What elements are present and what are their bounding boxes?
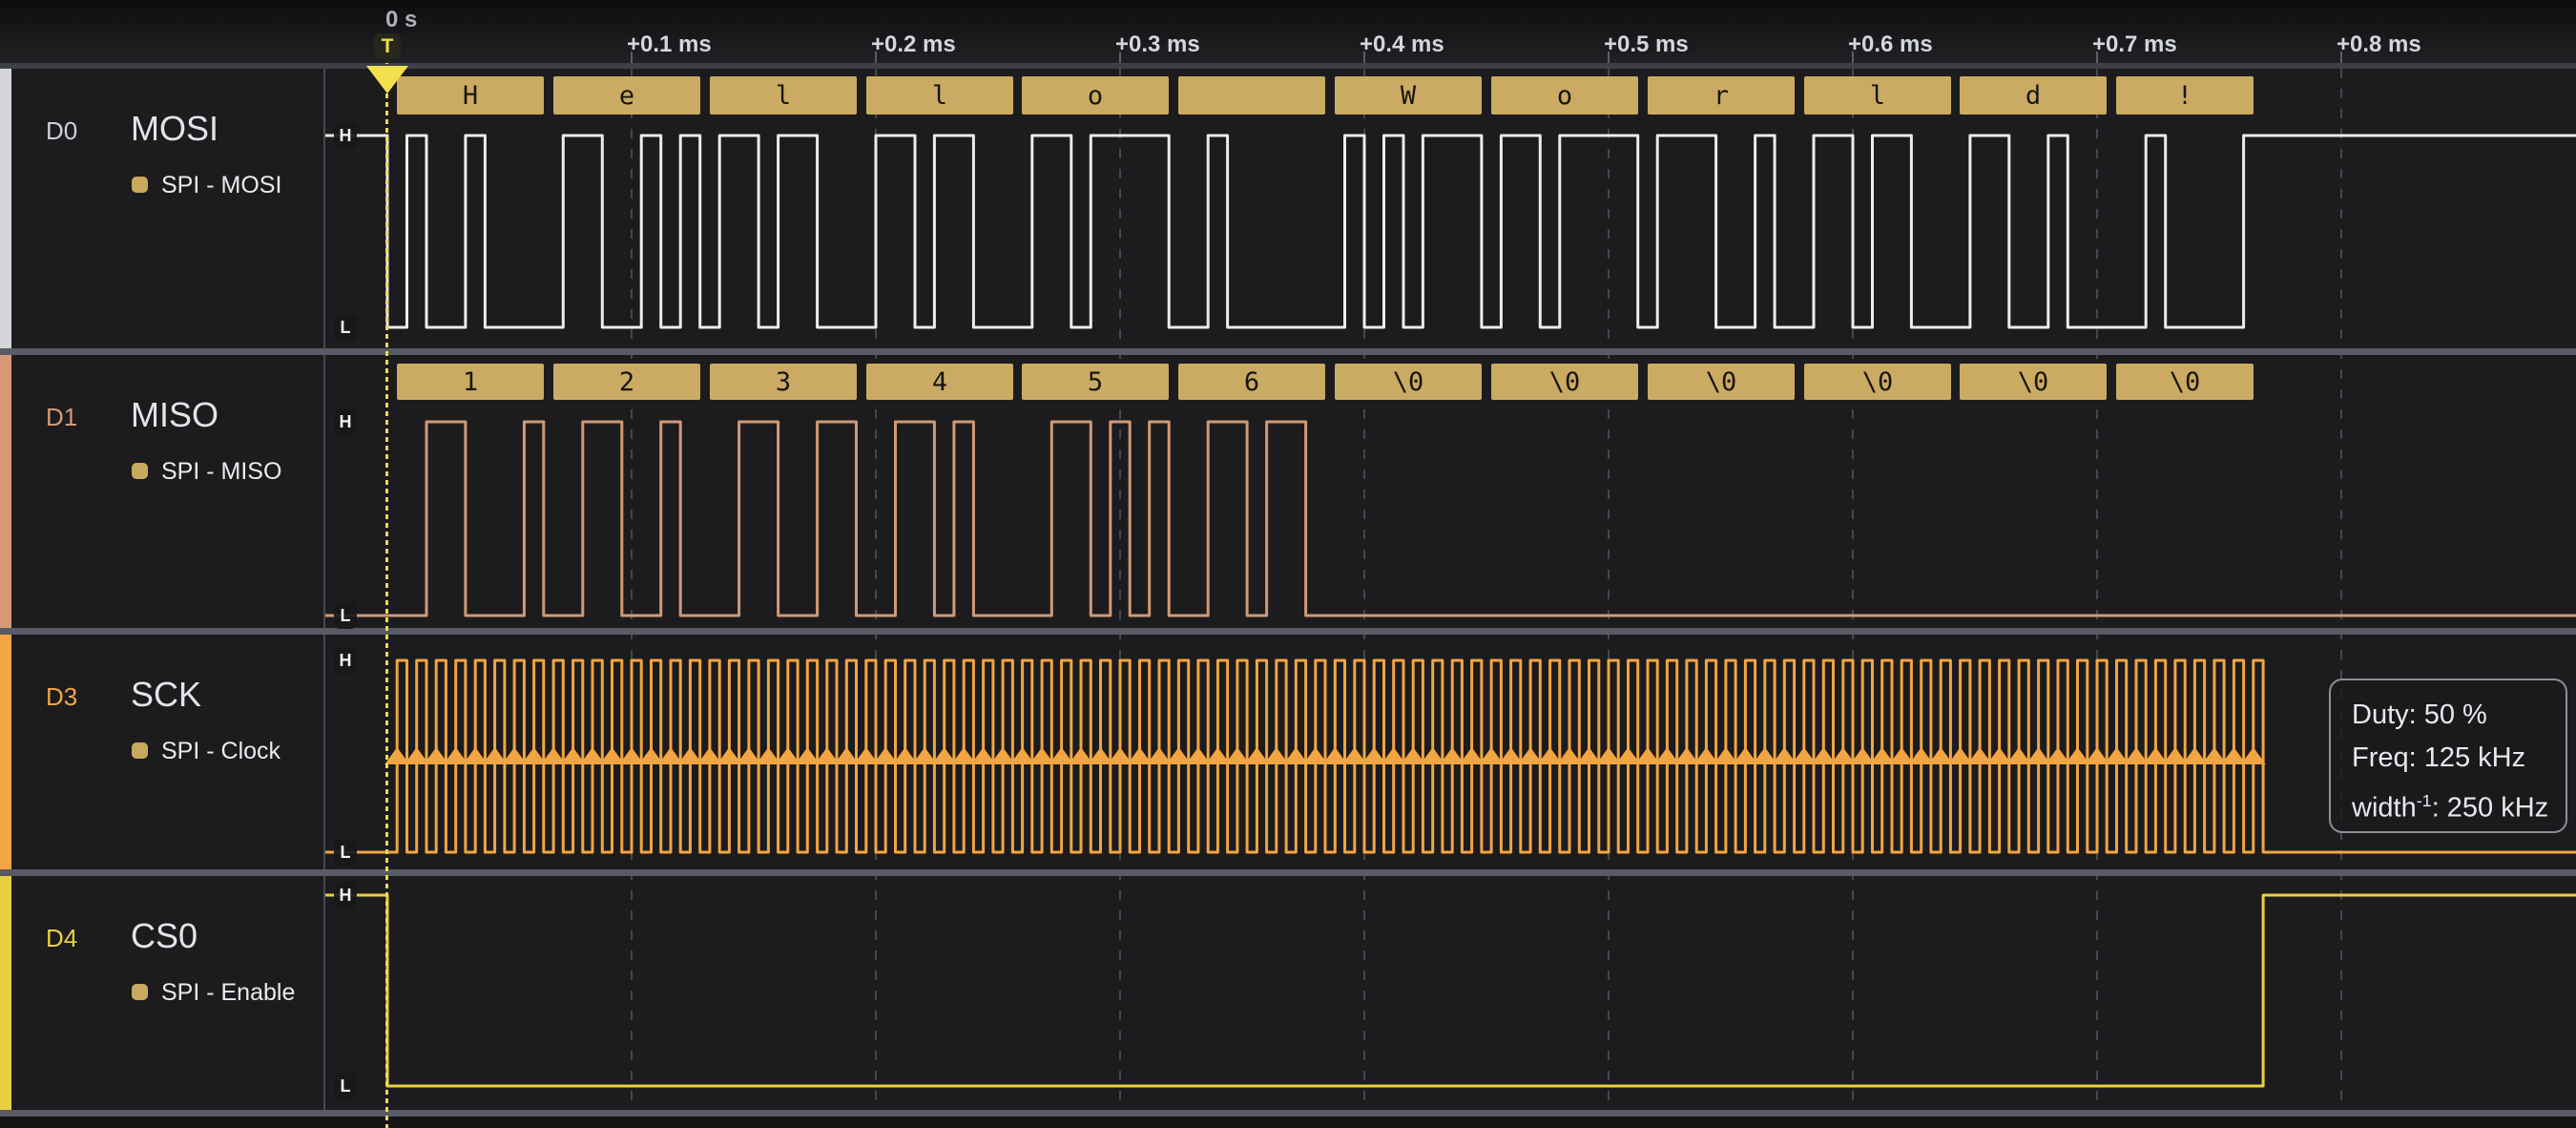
spi-decode-byte-box[interactable]: d xyxy=(1960,76,2107,115)
spi-decode-byte-box[interactable]: l xyxy=(866,76,1013,115)
spi-decode-byte-box[interactable]: W xyxy=(1335,76,1482,115)
channel-color-bar[interactable] xyxy=(0,876,11,1110)
level-low-badge: L xyxy=(334,839,357,866)
channel-name[interactable]: CS0 xyxy=(131,916,197,956)
tooltip-duty: Duty: 50 % xyxy=(2352,694,2566,737)
analyzer-label[interactable]: SPI - Enable xyxy=(161,979,295,1007)
trigger-marker-icon[interactable] xyxy=(366,66,408,94)
timeline-tick-mark xyxy=(1119,52,1121,63)
spi-decode-byte-box[interactable]: o xyxy=(1491,76,1638,115)
spi-decode-byte-box[interactable]: 3 xyxy=(710,364,857,400)
timeline-tick-label: +0.8 ms xyxy=(2337,31,2421,58)
channel-name[interactable]: MOSI xyxy=(131,109,218,149)
channel-id: D0 xyxy=(46,116,77,146)
level-high-badge: H xyxy=(334,122,357,149)
analyzer-color-chip-icon xyxy=(132,984,148,1000)
trigger-time-line xyxy=(385,59,388,1128)
timeline-tick-mark xyxy=(1852,52,1854,63)
spi-decode-byte-box[interactable]: ! xyxy=(2116,76,2254,115)
timeline-tick-label: +0.2 ms xyxy=(871,31,956,58)
timeline-tick-mark xyxy=(2096,52,2098,63)
spi-decode-byte-box[interactable]: o xyxy=(1022,76,1169,115)
timeline-header[interactable]: 0 s +0.1 ms +0.2 ms +0.3 ms +0.4 ms +0.5 ms +… xyxy=(0,0,2576,63)
level-high-badge: H xyxy=(334,882,357,909)
spi-decode-byte-box[interactable]: \0 xyxy=(1491,364,1638,400)
analyzer-label[interactable]: SPI - MOSI xyxy=(161,172,281,199)
timeline-tick-label: +0.1 ms xyxy=(627,31,712,58)
trigger-badge[interactable]: T xyxy=(374,33,401,59)
tooltip-width-inverse: width-1: 250 kHz xyxy=(2352,780,2566,830)
spi-decode-byte-box[interactable]: \0 xyxy=(1960,364,2107,400)
spi-decode-byte-box[interactable]: 6 xyxy=(1178,364,1325,400)
channel-color-bar[interactable] xyxy=(0,355,11,628)
level-high-badge: H xyxy=(334,647,357,674)
timeline-zero-label: 0 s xyxy=(385,7,417,33)
timeline-tick-label: +0.7 ms xyxy=(2092,31,2177,58)
timeline-tick-label: +0.5 ms xyxy=(1604,31,1689,58)
spi-decode-byte-box[interactable]: \0 xyxy=(1335,364,1482,400)
spi-decode-byte-box[interactable]: \0 xyxy=(2116,364,2254,400)
spi-decode-byte-box[interactable]: l xyxy=(710,76,857,115)
spi-decode-byte-box[interactable]: e xyxy=(553,76,700,115)
clock-measurement-tooltip: Duty: 50 % Freq: 125 kHz width-1: 250 kH… xyxy=(2329,679,2567,833)
timeline-tick-mark xyxy=(2340,52,2342,63)
spi-decode-byte-box[interactable] xyxy=(1178,76,1325,115)
level-high-badge: H xyxy=(334,408,357,435)
logic-analyzer-app: HelloWorld!123456\0\0\0\0\0\0 D0 MOSI SP… xyxy=(0,0,2576,1128)
timeline-tick-label: +0.3 ms xyxy=(1115,31,1200,58)
timeline-tick-label: +0.6 ms xyxy=(1848,31,1933,58)
timeline-tick-mark xyxy=(1363,52,1365,63)
channel-name[interactable]: MISO xyxy=(131,395,218,435)
level-low-badge: L xyxy=(334,1073,357,1099)
analyzer-color-chip-icon xyxy=(132,177,148,193)
level-low-badge: L xyxy=(334,602,357,629)
spi-decode-byte-box[interactable]: 2 xyxy=(553,364,700,400)
channel-color-bar[interactable] xyxy=(0,69,11,348)
tooltip-freq: Freq: 125 kHz xyxy=(2352,737,2566,780)
spi-decode-byte-box[interactable]: r xyxy=(1648,76,1795,115)
analyzer-label[interactable]: SPI - Clock xyxy=(161,738,280,765)
analyzer-label[interactable]: SPI - MISO xyxy=(161,458,281,486)
analyzer-color-chip-icon xyxy=(132,742,148,759)
timeline-tick-mark xyxy=(1608,52,1610,63)
analyzer-color-chip-icon xyxy=(132,463,148,479)
spi-decode-byte-box[interactable]: l xyxy=(1804,76,1951,115)
channel-color-bar[interactable] xyxy=(0,635,11,869)
timeline-tick-mark xyxy=(631,52,633,63)
channel-name[interactable]: SCK xyxy=(131,675,201,715)
spi-decode-byte-box[interactable]: 5 xyxy=(1022,364,1169,400)
spi-decode-byte-box[interactable]: 1 xyxy=(397,364,544,400)
spi-decode-byte-box[interactable]: \0 xyxy=(1648,364,1795,400)
timeline-tick-label: +0.4 ms xyxy=(1360,31,1444,58)
channel-id: D4 xyxy=(46,924,77,953)
channel-id: D3 xyxy=(46,682,77,712)
channel-id: D1 xyxy=(46,403,77,432)
spi-decode-byte-box[interactable]: \0 xyxy=(1804,364,1951,400)
spi-decode-byte-box[interactable]: 4 xyxy=(866,364,1013,400)
spi-decode-byte-box[interactable]: H xyxy=(397,76,544,115)
timeline-tick-mark xyxy=(875,52,877,63)
level-low-badge: L xyxy=(334,314,357,341)
